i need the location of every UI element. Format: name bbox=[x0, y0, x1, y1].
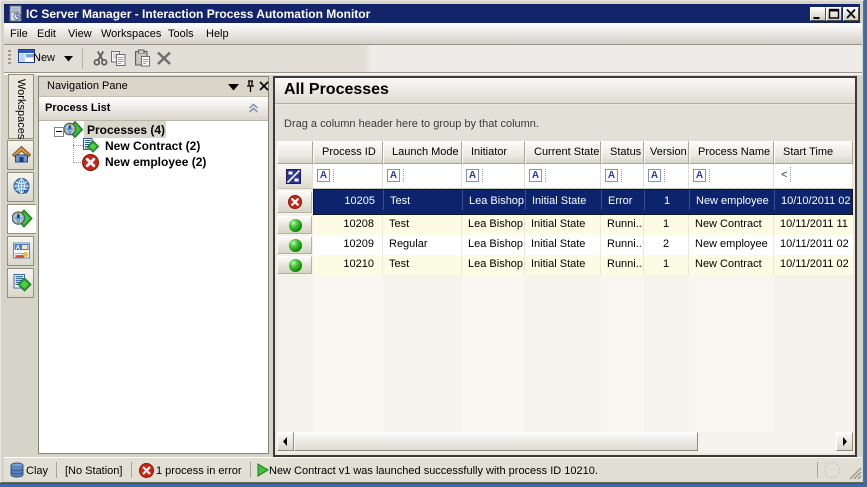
svg-text:A: A bbox=[16, 245, 21, 252]
